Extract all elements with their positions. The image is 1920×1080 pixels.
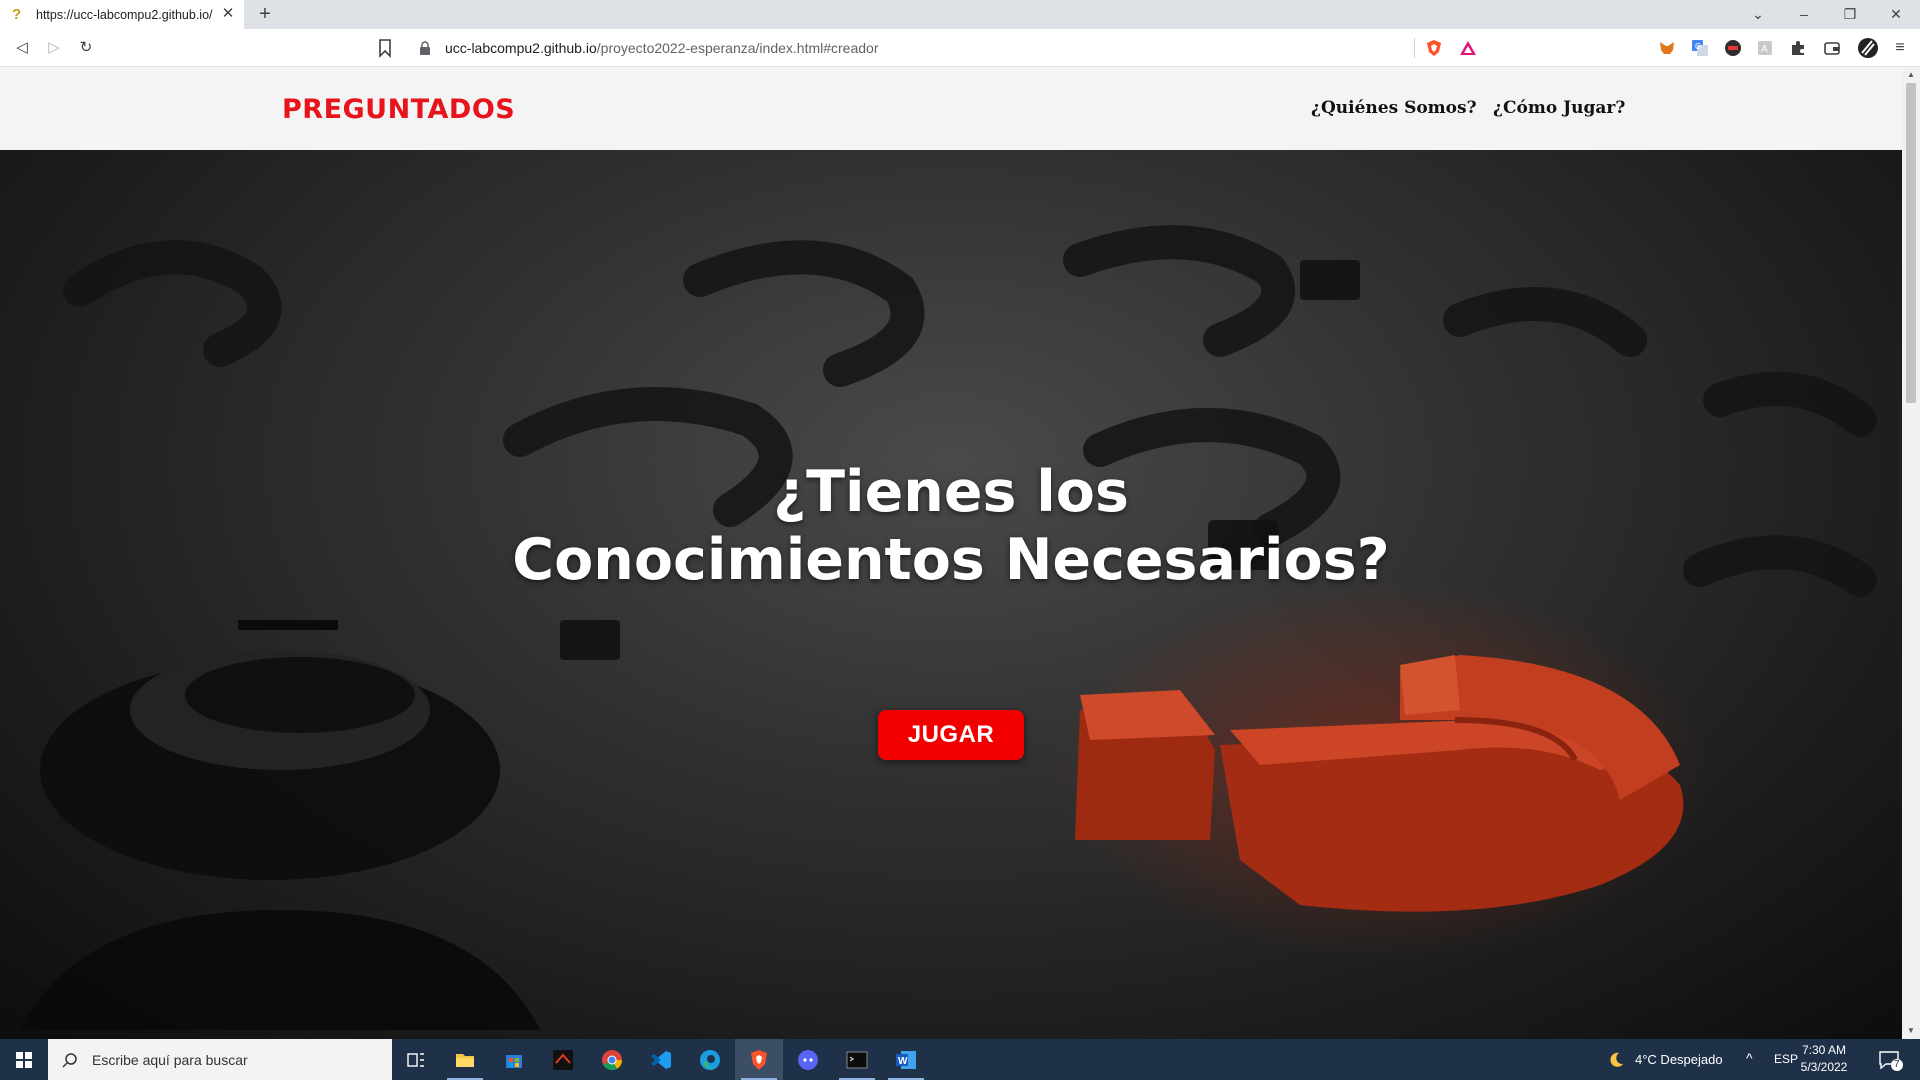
weather-text[interactable]: 4°C Despejado [1635,1052,1723,1067]
bookmark-icon[interactable] [377,38,393,58]
forward-button[interactable]: ▷ [44,38,64,58]
brave-taskbar-button[interactable] [735,1039,783,1080]
profile-avatar-icon[interactable] [1857,37,1879,59]
page-scrollbar[interactable]: ▲ ▼ [1902,67,1920,1039]
tray-chevron-icon[interactable]: ^ [1746,1050,1753,1066]
back-button[interactable]: ◁ [12,38,32,58]
clock-time: 7:30 AM [1801,1043,1847,1057]
menu-icon[interactable]: ≡ [1890,38,1910,58]
lock-icon [420,41,430,55]
browser-tab-bar: ? https://ucc-labcompu2.github.io/ ✕ + ⌄… [0,0,1920,29]
moon-weather-icon[interactable] [1607,1051,1625,1069]
hero-title-line-1: ¿Tienes los [773,459,1129,525]
tab-title: https://ucc-labcompu2.github.io/ [36,7,213,22]
windows-taskbar: Escribe aquí para buscar W 4°C Despejado… [0,1039,1920,1080]
svg-text:W: W [898,1056,908,1067]
svg-text:G: G [1695,42,1701,51]
file-explorer-button[interactable] [441,1039,489,1080]
close-window-button[interactable]: ✕ [1873,0,1919,29]
reload-button[interactable]: ↻ [76,38,96,58]
file-explorer-icon [456,1054,474,1067]
edge-button[interactable] [686,1039,734,1080]
discord-icon [798,1050,818,1070]
translate-icon[interactable]: G [1691,39,1709,57]
omnibox-divider [1414,38,1415,58]
wallet-icon[interactable] [1823,39,1841,57]
url-text: ucc-labcompu2.github.io/proyecto2022-esp… [445,40,879,56]
search-placeholder: Escribe aquí para buscar [92,1051,248,1068]
restore-button[interactable]: ❐ [1827,0,1873,29]
notification-count-badge: 7 [1891,1059,1903,1071]
store-icon [506,1055,522,1068]
game-app-button[interactable] [539,1039,587,1080]
question-marks-background-image [20,225,1877,1030]
close-tab-icon[interactable]: ✕ [220,6,236,22]
browser-toolbar: ◁ ▷ ↻ ucc-labcompu2.github.io/proyecto20… [0,29,1920,67]
vscode-button[interactable] [637,1039,685,1080]
word-icon: W [896,1051,916,1069]
nav-link-quienes-somos[interactable]: ¿Quiénes Somos? [1311,98,1477,118]
clock-date: 5/3/2022 [1800,1060,1848,1074]
clock[interactable]: 7:30 AM 5/3/2022 [1792,1042,1856,1076]
chrome-button[interactable] [588,1039,636,1080]
terminal-button[interactable] [833,1039,881,1080]
task-view-icon [407,1053,424,1067]
brave-shield-icon[interactable] [1425,39,1443,57]
url-host: ucc-labcompu2.github.io [445,40,597,56]
extension-dark-circle-icon[interactable] [1724,39,1742,57]
extensions-puzzle-icon[interactable] [1789,39,1807,57]
new-tab-button[interactable]: + [254,3,276,25]
chrome-icon [602,1050,623,1071]
extension-gray-icon[interactable]: A [1756,39,1774,57]
minimize-button[interactable]: – [1781,0,1827,29]
site-logo[interactable]: PREGUNTADOS [282,94,515,125]
question-favicon-icon: ? [12,5,22,23]
windows-start-icon[interactable] [0,1039,48,1080]
url-path: /proyecto2022-esperanza/index.html#cread… [596,40,879,56]
search-icon [62,1052,77,1068]
store-button[interactable] [490,1039,538,1080]
game-app-icon [553,1050,573,1070]
address-bar[interactable]: ucc-labcompu2.github.io/proyecto2022-esp… [405,34,1485,62]
scrollbar-thumb[interactable] [1906,83,1916,403]
play-button[interactable]: JUGAR [878,710,1024,760]
vscode-icon [651,1051,671,1069]
brave-rewards-icon[interactable] [1459,39,1477,57]
hero-section: ¿Tienes los Conocimientos Necesarios? JU… [0,150,1902,1039]
taskbar-search-box[interactable]: Escribe aquí para buscar [48,1039,392,1080]
edge-icon [700,1050,720,1070]
site-header: PREGUNTADOS ¿Quiénes Somos? ¿Cómo Jugar? [0,67,1902,150]
task-view-button[interactable] [392,1039,440,1080]
web-page: PREGUNTADOS ¿Quiénes Somos? ¿Cómo Jugar? [0,67,1902,1039]
discord-button[interactable] [784,1039,832,1080]
scroll-down-arrow-icon[interactable]: ▼ [1902,1023,1920,1039]
hero-title-line-2: Conocimientos Necesarios? [512,527,1390,593]
brave-icon [751,1050,767,1070]
svg-text:A: A [1761,44,1768,55]
metamask-icon[interactable] [1658,39,1676,57]
scroll-up-arrow-icon[interactable]: ▲ [1902,67,1920,83]
word-button[interactable]: W [882,1039,930,1080]
hero-title: ¿Tienes los Conocimientos Necesarios? [0,458,1902,594]
terminal-icon [846,1051,868,1069]
tab-list-button[interactable]: ⌄ [1735,0,1781,29]
browser-tab[interactable]: ? https://ucc-labcompu2.github.io/ ✕ [0,0,244,29]
nav-link-como-jugar[interactable]: ¿Cómo Jugar? [1493,98,1625,118]
